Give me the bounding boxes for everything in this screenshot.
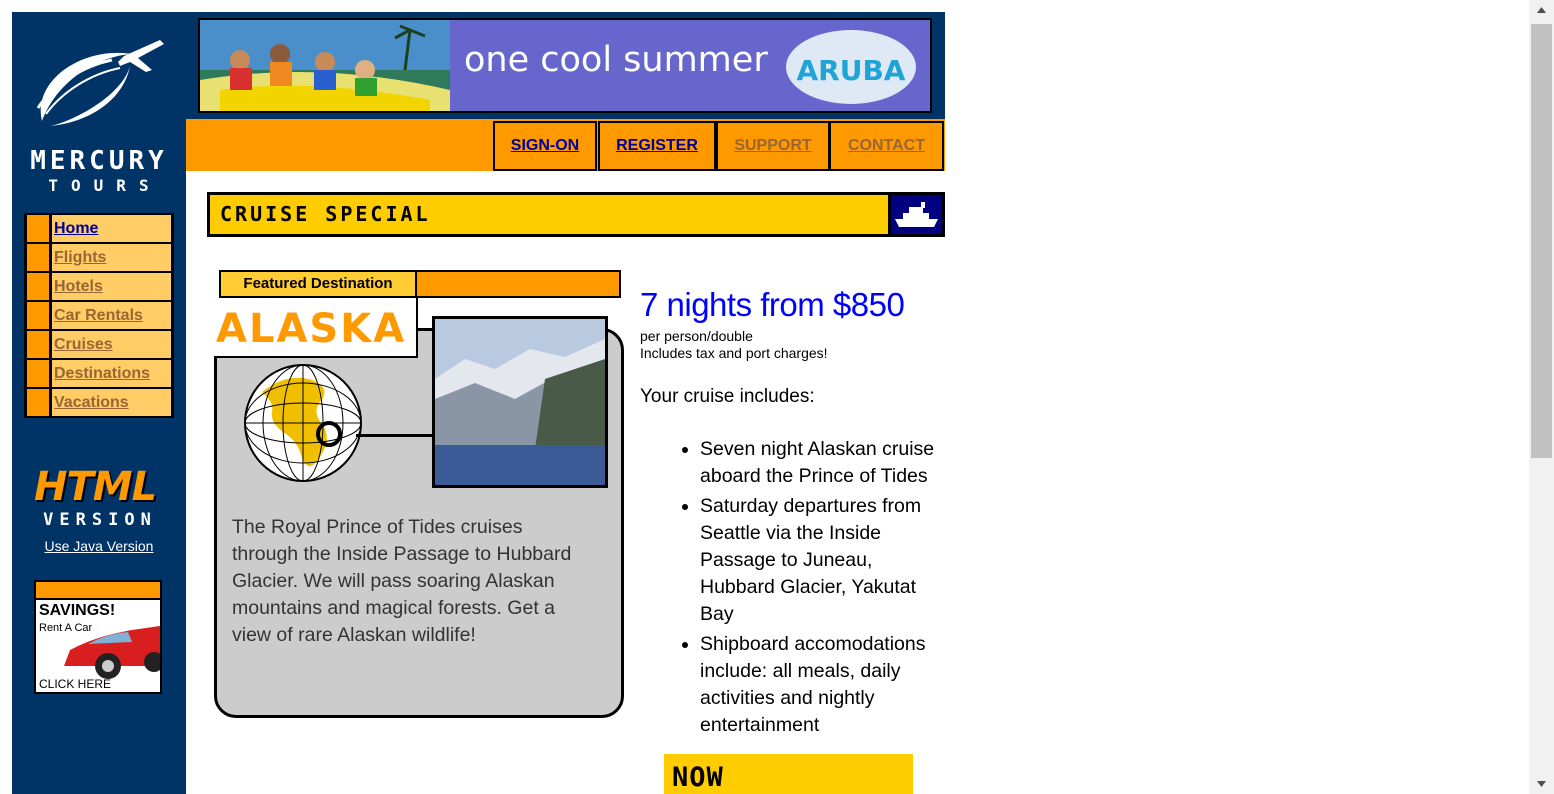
left-sidebar: MERCURY TOURS Home Flights Hotels Car Renta… <box>12 12 186 794</box>
savings-ad-body: SAVINGS! Rent A Car CLICK HERE <box>36 600 160 692</box>
left-nav-link[interactable]: Hotels <box>52 273 171 300</box>
aruba-logo-text: ARUBA <box>796 54 906 87</box>
header-banner-area: one cool summer ARUBA <box>186 12 945 119</box>
savings-rent-a-car-ad[interactable]: SAVINGS! Rent A Car CLICK HERE <box>34 580 162 694</box>
aruba-ad-banner[interactable]: one cool summer ARUBA <box>198 18 932 113</box>
mercury-tours-logo[interactable]: MERCURY TOURS <box>12 26 186 195</box>
includes-list: Seven night Alaskan cruise aboard the Pr… <box>640 436 940 742</box>
savings-ad-topbar <box>36 582 160 598</box>
html-version-title: HTML <box>34 464 157 510</box>
signon-link[interactable]: SIGN-ON <box>493 121 597 171</box>
html-version-subtitle: VERSION <box>43 510 157 530</box>
includes-list-item: Shipboard accomodations include: all mea… <box>700 631 940 739</box>
alaska-mountain-photo <box>432 316 608 488</box>
html-version-badge: HTML VERSION <box>30 464 170 534</box>
left-nav-link[interactable]: Cruises <box>52 331 171 358</box>
vertical-scrollbar[interactable] <box>1529 0 1554 794</box>
contact-link[interactable]: CONTACT <box>829 121 944 171</box>
now-banner[interactable]: NOW <box>664 754 913 794</box>
support-link[interactable]: SUPPORT <box>716 121 830 171</box>
left-nav-link[interactable]: Home <box>52 215 171 242</box>
nav-bullet-square <box>27 389 49 416</box>
scroll-up-arrow-icon[interactable] <box>1529 0 1554 20</box>
globe-connector-line <box>356 434 434 437</box>
taxes-note: Includes tax and port charges! <box>640 345 828 361</box>
scrollbar-thumb[interactable] <box>1531 24 1552 458</box>
left-nav-item-car-rentals[interactable]: Car Rentals <box>24 302 174 329</box>
globe-icon <box>244 364 362 482</box>
nav-bullet-square <box>27 302 49 329</box>
price-headline: 7 nights from $850 <box>640 286 905 323</box>
summer-fun-photo <box>200 20 450 111</box>
left-nav-link[interactable]: Car Rentals <box>52 302 171 329</box>
logo-mercury-text: MERCURY <box>30 146 168 176</box>
left-nav-item-vacations[interactable]: Vacations <box>24 389 174 416</box>
left-nav-item-hotels[interactable]: Hotels <box>24 273 174 300</box>
left-nav-link[interactable]: Destinations <box>52 360 171 387</box>
nav-bullet-square <box>27 331 49 358</box>
featured-destination-panel: Featured Destination ALASKA The Royal Pr… <box>214 270 624 720</box>
airplane-logo-icon <box>36 40 164 126</box>
now-banner-text: NOW <box>672 762 724 793</box>
top-nav-bar: SIGN-ON REGISTER SUPPORT CONTACT <box>186 119 945 171</box>
includes-list-item: Saturday departures from Seattle via the… <box>700 493 940 628</box>
left-nav-menu: Home Flights Hotels Car Rentals Cruises Desti… <box>24 213 174 418</box>
left-nav-item-destinations[interactable]: Destinations <box>24 360 174 387</box>
left-nav-link[interactable]: Flights <box>52 244 171 271</box>
includes-list-item: Seven night Alaskan cruise aboard the Pr… <box>700 436 940 490</box>
scroll-down-arrow-icon[interactable] <box>1529 774 1554 794</box>
nav-bullet-square <box>27 273 49 300</box>
includes-heading: Your cruise includes: <box>640 386 815 407</box>
nav-bullet-square <box>27 215 49 242</box>
cruise-special-header: CRUISE SPECIAL <box>207 192 945 237</box>
left-nav-item-home[interactable]: Home <box>24 215 174 242</box>
left-nav-link[interactable]: Vacations <box>52 389 171 416</box>
per-person-note: per person/double <box>640 328 753 344</box>
left-nav-item-cruises[interactable]: Cruises <box>24 331 174 358</box>
logo-tours-text: TOURS <box>48 176 162 195</box>
register-link[interactable]: REGISTER <box>598 121 716 171</box>
banner-slogan: one cool summer <box>464 40 768 80</box>
left-nav-item-flights[interactable]: Flights <box>24 244 174 271</box>
featured-description: The Royal Prince of Tides cruises throug… <box>232 516 572 646</box>
cruise-special-label: CRUISE SPECIAL <box>220 202 431 226</box>
ship-icon <box>895 202 938 227</box>
destination-name: ALASKA <box>216 306 407 352</box>
ship-icon-box <box>891 195 942 234</box>
nav-bullet-square <box>27 244 49 271</box>
savings-ad-cta: CLICK HERE <box>39 677 112 691</box>
featured-destination-label: Featured Destination <box>219 270 417 298</box>
nav-bullet-square <box>27 360 49 387</box>
use-java-version-link[interactable]: Use Java Version <box>12 538 186 554</box>
